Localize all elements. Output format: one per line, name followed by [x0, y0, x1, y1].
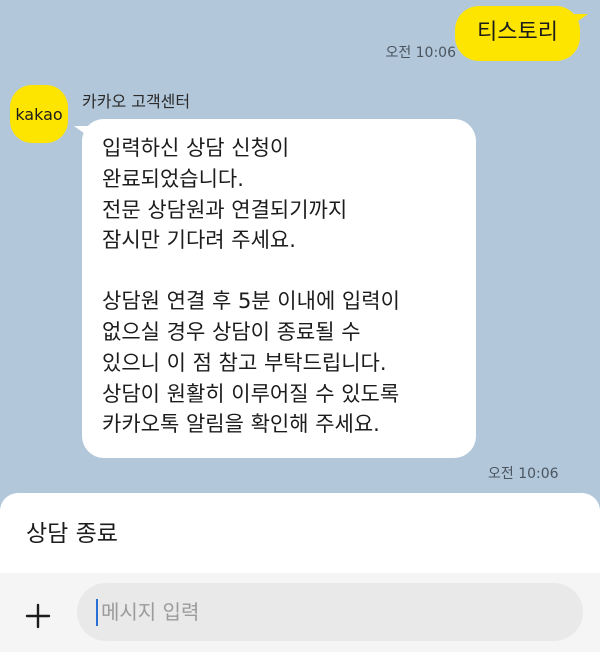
outgoing-message-time: 오전 10:06 [385, 45, 456, 61]
incoming-message-time: 오전 10:06 [488, 466, 559, 482]
avatar-logo-text: kakao [15, 104, 63, 124]
chat-area: 티스토리 오전 10:06 kakao 카카오 고객센터 입력하신 상담 신청이… [0, 0, 600, 493]
plus-icon-glyph [25, 603, 51, 629]
incoming-message-paragraph: 상담원 연결 후 5분 이내에 입력이 없으실 경우 상담이 종료될 수 있으니… [102, 289, 400, 437]
plus-icon[interactable] [18, 596, 58, 636]
avatar[interactable]: kakao [10, 85, 68, 143]
incoming-message-bubble[interactable]: 입력하신 상담 신청이 완료되었습니다. 전문 상담원과 연결되기까지 잠시만 … [82, 119, 476, 459]
text-caret [96, 599, 98, 626]
end-chat-button[interactable]: 상담 종료 [26, 514, 118, 548]
incoming-message-paragraph: 입력하신 상담 신청이 완료되었습니다. 전문 상담원과 연결되기까지 잠시만 … [102, 136, 348, 253]
message-input[interactable] [77, 583, 583, 641]
end-chat-bar[interactable]: 상담 종료 [0, 493, 600, 573]
outgoing-message-bubble[interactable]: 티스토리 [455, 6, 580, 61]
sender-name: 카카오 고객센터 [82, 92, 191, 111]
outgoing-message-text: 티스토리 [477, 20, 558, 45]
